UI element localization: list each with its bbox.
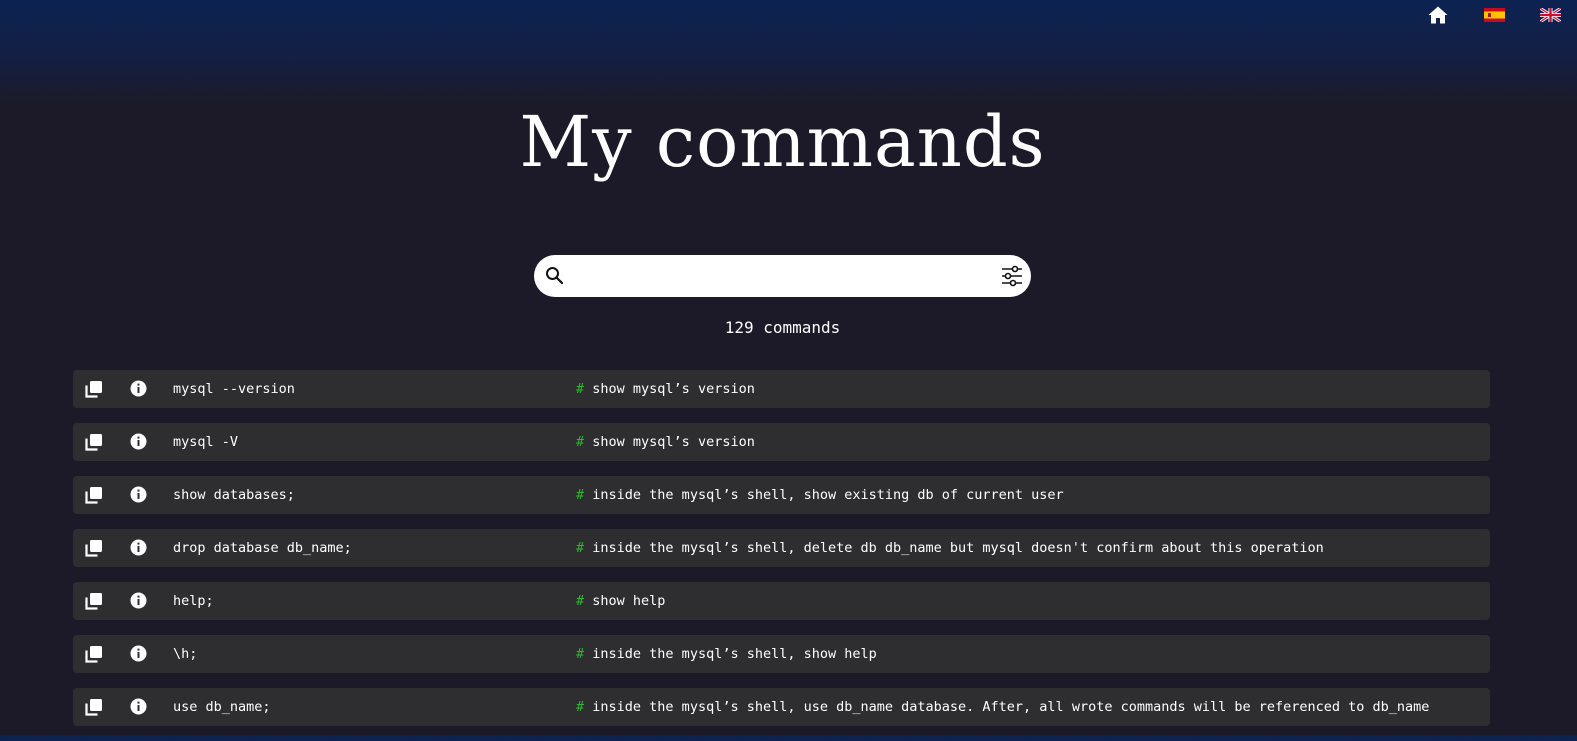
info-icon[interactable] [130,698,147,715]
spain-flag-icon [1483,8,1505,22]
search-bar [534,255,1031,297]
info-icon[interactable] [130,645,147,662]
command-count: 129 commands [724,318,841,337]
command-text: mysql --version [173,381,295,397]
search-icon [546,267,564,285]
comment-text: show help [592,593,666,609]
language-spanish-button[interactable] [1483,5,1505,25]
command-comment: # show mysql’s version [576,370,755,408]
command-comment: # inside the mysql’s shell, delete db db… [576,529,1324,567]
comment-marker: # [576,540,585,556]
comment-text: inside the mysql’s shell, use db_name da… [592,699,1430,715]
command-row: help; # show help [73,582,1490,620]
sliders-icon[interactable] [1001,265,1023,287]
command-list: mysql --version # show mysql’s version m… [73,370,1490,741]
command-row: drop database db_name; # inside the mysq… [73,529,1490,567]
search-input[interactable] [572,261,992,291]
home-button[interactable] [1427,5,1449,25]
copy-icon[interactable] [85,592,103,610]
home-icon [1428,6,1448,24]
comment-text: show mysql’s version [592,381,755,397]
comment-marker: # [576,699,585,715]
copy-icon[interactable] [85,539,103,557]
command-text: mysql -V [173,434,239,450]
top-nav [1393,5,1561,25]
info-icon[interactable] [130,539,147,556]
page-title: My commands [519,101,1046,183]
copy-icon[interactable] [85,486,103,504]
command-row: \h; # inside the mysql’s shell, show hel… [73,635,1490,673]
command-text: use db_name; [173,699,271,715]
language-english-button[interactable] [1539,5,1561,25]
command-comment: # inside the mysql’s shell, show help [576,635,877,673]
comment-marker: # [576,381,585,397]
command-comment: # show help [576,582,665,620]
copy-icon[interactable] [85,380,103,398]
command-row: mysql --version # show mysql’s version [73,370,1490,408]
info-icon[interactable] [130,592,147,609]
comment-marker: # [576,434,585,450]
command-text: \h; [173,646,198,662]
command-row: use db_name; # inside the mysql’s shell,… [73,688,1490,726]
comment-marker: # [576,646,585,662]
command-text: help; [173,593,214,609]
copy-icon[interactable] [85,698,103,716]
command-comment: # inside the mysql’s shell, show existin… [576,476,1064,514]
copy-icon[interactable] [85,433,103,451]
comment-text: inside the mysql’s shell, delete db db_n… [592,540,1324,556]
uk-flag-icon [1539,8,1561,22]
command-text: show databases; [173,487,295,503]
info-icon[interactable] [130,486,147,503]
comment-text: inside the mysql’s shell, show help [592,646,877,662]
copy-icon[interactable] [85,645,103,663]
comment-marker: # [576,593,585,609]
info-icon[interactable] [130,380,147,397]
comment-text: show mysql’s version [592,434,755,450]
command-row: mysql -V # show mysql’s version [73,423,1490,461]
comment-marker: # [576,487,585,503]
info-icon[interactable] [130,433,147,450]
command-row: show databases; # inside the mysql’s she… [73,476,1490,514]
command-comment: # inside the mysql’s shell, use db_name … [576,688,1429,726]
command-text: drop database db_name; [173,540,352,556]
command-comment: # show mysql’s version [576,423,755,461]
comment-text: inside the mysql’s shell, show existing … [592,487,1064,503]
